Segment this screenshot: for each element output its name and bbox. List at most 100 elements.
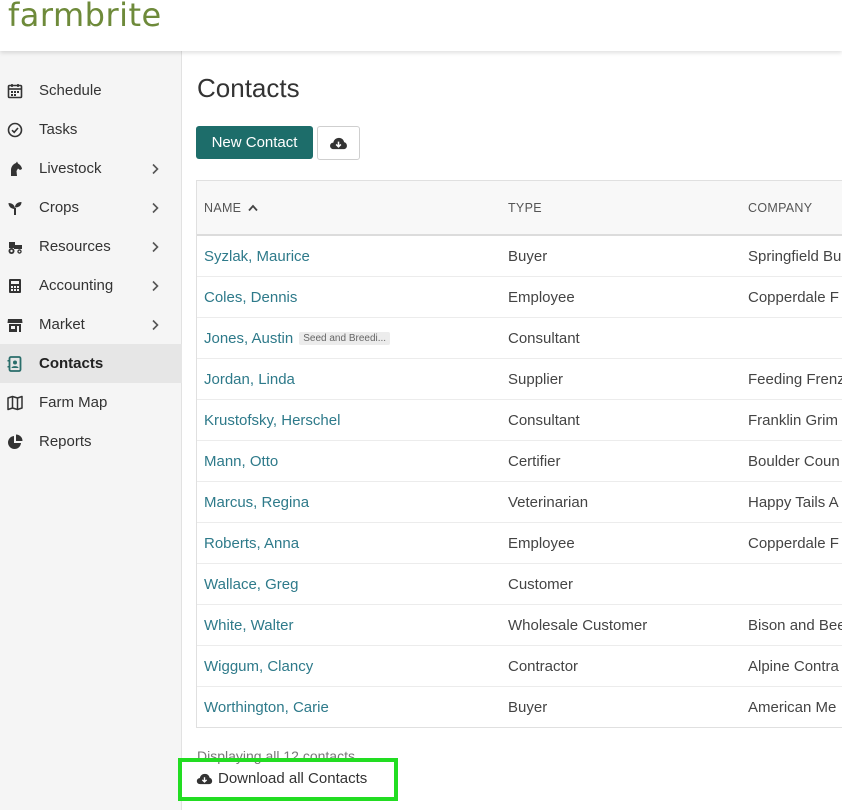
sidebar-item-accounting[interactable]: Accounting xyxy=(0,266,182,305)
contact-type: Wholesale Customer xyxy=(508,617,648,634)
download-all-contacts-link[interactable]: Download all Contacts xyxy=(196,770,367,787)
table-row[interactable]: Wiggum, Clancy Contractor Alpine Contra xyxy=(197,646,842,687)
contact-name-link[interactable]: White, Walter xyxy=(204,617,293,634)
contact-name-link[interactable]: Wallace, Greg xyxy=(204,576,298,593)
table-row[interactable]: Roberts, Anna Employee Copperdale F xyxy=(197,523,842,564)
new-contact-button[interactable]: New Contact xyxy=(196,126,313,159)
download-button[interactable] xyxy=(317,126,360,160)
sidebar-item-resources[interactable]: Resources xyxy=(0,227,182,266)
contact-company: Bison and Bee xyxy=(748,617,842,634)
sidebar-item-tasks[interactable]: Tasks xyxy=(0,110,182,149)
pie-chart-icon xyxy=(7,434,23,450)
table-row[interactable]: Coles, Dennis Employee Copperdale F xyxy=(197,277,842,318)
sidebar-item-label: Tasks xyxy=(39,121,78,138)
chevron-right-icon xyxy=(152,241,159,252)
cloud-download-icon xyxy=(196,773,213,784)
sidebar-item-label: Resources xyxy=(39,238,111,255)
calendar-icon xyxy=(7,83,23,99)
table-row[interactable]: Wallace, Greg Customer xyxy=(197,564,842,605)
table-row[interactable]: Mann, Otto Certifier Boulder Coun xyxy=(197,441,842,482)
column-header-type[interactable]: TYPE xyxy=(508,201,542,215)
contact-company: Boulder Coun xyxy=(748,453,840,470)
address-book-icon xyxy=(7,355,23,372)
sidebar-item-label: Schedule xyxy=(39,82,102,99)
contact-company: Copperdale F xyxy=(748,289,839,306)
page-title: Contacts xyxy=(197,73,300,103)
seedling-icon xyxy=(7,200,23,216)
app-logo[interactable]: farmbrite xyxy=(8,0,162,34)
chevron-right-icon xyxy=(152,319,159,330)
table-header: NAME TYPE COMPANY xyxy=(197,181,842,236)
table-row[interactable]: Krustofsky, Herschel Consultant Franklin… xyxy=(197,400,842,441)
contact-name-cell: Jones, Austin Seed and Breedi... xyxy=(204,330,391,347)
contact-name-link[interactable]: Jordan, Linda xyxy=(204,371,295,388)
store-icon xyxy=(7,317,23,333)
contact-company: Alpine Contra xyxy=(748,658,839,675)
tractor-icon xyxy=(7,239,23,255)
contact-type: Employee xyxy=(508,289,575,306)
sort-ascending-icon xyxy=(248,204,258,212)
contact-name-link[interactable]: Coles, Dennis xyxy=(204,289,297,306)
sidebar-item-farm-map[interactable]: Farm Map xyxy=(0,383,182,422)
chevron-right-icon xyxy=(152,202,159,213)
chevron-right-icon xyxy=(152,280,159,291)
chevron-right-icon xyxy=(152,163,159,174)
cloud-download-icon xyxy=(330,137,347,149)
sidebar-item-label: Reports xyxy=(39,433,92,450)
contact-name-link[interactable]: Worthington, Carie xyxy=(204,699,329,716)
calculator-icon xyxy=(7,278,23,294)
contact-name-link[interactable]: Wiggum, Clancy xyxy=(204,658,313,675)
contact-company: Copperdale F xyxy=(748,535,839,552)
table-row[interactable]: Syzlak, Maurice Buyer Springfield Bu xyxy=(197,236,842,277)
table-row[interactable]: Worthington, Carie Buyer American Me xyxy=(197,687,842,728)
sidebar-item-label: Crops xyxy=(39,199,80,216)
contact-type: Buyer xyxy=(508,248,548,265)
contact-name-link[interactable]: Roberts, Anna xyxy=(204,535,299,552)
contact-name-link[interactable]: Marcus, Regina xyxy=(204,494,309,511)
table-row[interactable]: White, Walter Wholesale Customer Bison a… xyxy=(197,605,842,646)
contact-name-link[interactable]: Jones, Austin xyxy=(204,330,293,347)
contact-company: Springfield Bu xyxy=(748,248,842,265)
sidebar-item-reports[interactable]: Reports xyxy=(0,422,182,461)
sidebar-item-contacts[interactable]: Contacts xyxy=(0,344,182,383)
column-header-company[interactable]: COMPANY xyxy=(748,201,812,215)
contact-type: Employee xyxy=(508,535,575,552)
column-header-name[interactable]: NAME xyxy=(204,201,258,215)
sidebar-item-crops[interactable]: Crops xyxy=(0,188,182,227)
contact-type: Contractor xyxy=(508,658,579,675)
sidebar: Schedule Tasks Livestock Crops Resources… xyxy=(0,51,182,810)
contact-type: Buyer xyxy=(508,699,548,716)
contact-type: Consultant xyxy=(508,412,580,429)
contact-name-link[interactable]: Mann, Otto xyxy=(204,453,278,470)
contact-type: Veterinarian xyxy=(508,494,589,511)
contact-company: American Me xyxy=(748,699,837,716)
table-row[interactable]: Marcus, Regina Veterinarian Happy Tails … xyxy=(197,482,842,523)
contacts-table: NAME TYPE COMPANY Syzlak, Maurice Buyer … xyxy=(196,180,842,728)
map-icon xyxy=(7,395,23,411)
sidebar-item-label: Accounting xyxy=(39,277,114,294)
contact-type: Customer xyxy=(508,576,574,593)
contact-name-link[interactable]: Syzlak, Maurice xyxy=(204,248,310,265)
sidebar-item-market[interactable]: Market xyxy=(0,305,182,344)
contact-name-link[interactable]: Krustofsky, Herschel xyxy=(204,412,340,429)
sidebar-item-livestock[interactable]: Livestock xyxy=(0,149,182,188)
sidebar-item-label: Farm Map xyxy=(39,394,108,411)
table-row[interactable]: Jordan, Linda Supplier Feeding Frenz xyxy=(197,359,842,400)
download-all-contacts-label: Download all Contacts xyxy=(218,770,368,787)
sidebar-item-label: Livestock xyxy=(39,160,102,177)
main-content: Contacts New Contact NAME TYPE COMPANY S… xyxy=(178,51,842,810)
contact-type: Supplier xyxy=(508,371,564,388)
contact-company: Feeding Frenz xyxy=(748,371,842,388)
contact-company: Happy Tails A xyxy=(748,494,839,511)
contact-type: Certifier xyxy=(508,453,561,470)
contact-type: Consultant xyxy=(508,330,580,347)
horse-icon xyxy=(7,161,23,177)
top-header: farmbrite xyxy=(0,0,842,51)
contact-company: Franklin Grim xyxy=(748,412,839,429)
column-header-label: NAME xyxy=(204,201,242,215)
sidebar-item-schedule[interactable]: Schedule xyxy=(0,71,182,110)
sidebar-item-label: Contacts xyxy=(39,355,104,372)
check-circle-icon xyxy=(7,122,23,138)
sidebar-item-label: Market xyxy=(39,316,85,333)
table-row[interactable]: Jones, Austin Seed and Breedi... Consulta… xyxy=(197,318,842,359)
